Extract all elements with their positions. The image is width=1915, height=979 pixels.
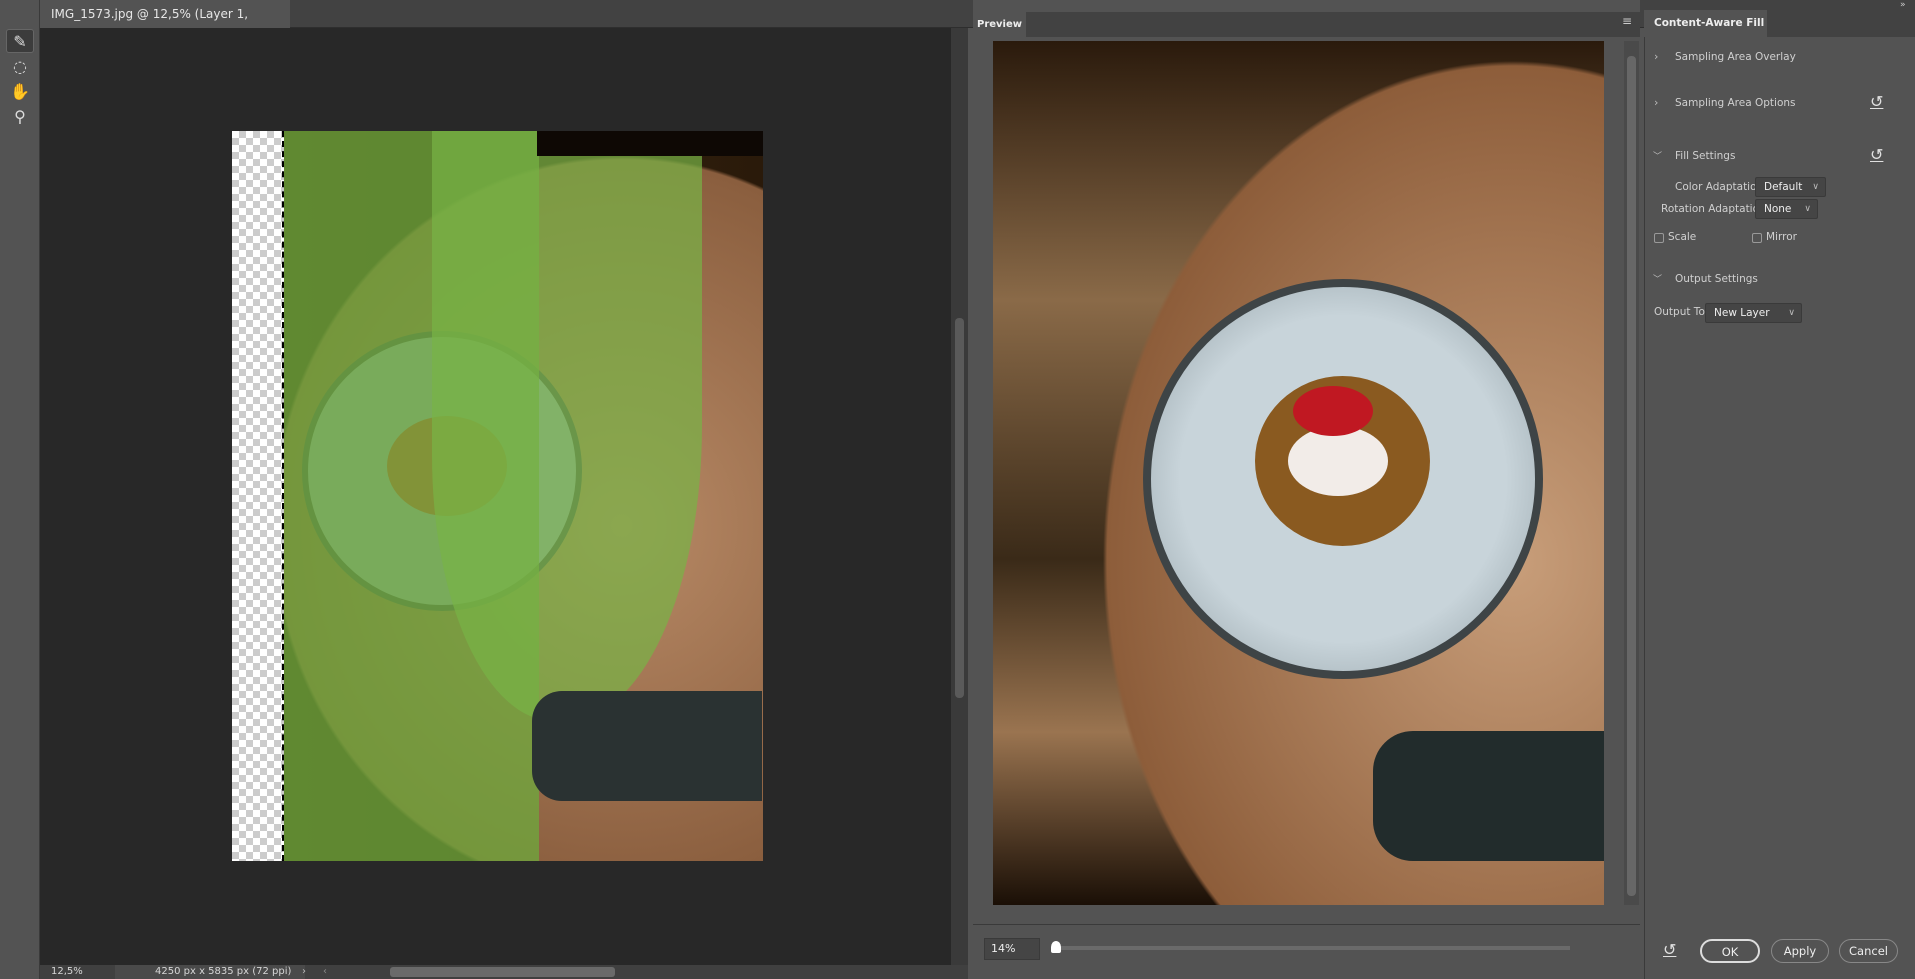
status-menu-chevron-icon[interactable]: ›: [302, 965, 306, 979]
scroll-left-icon[interactable]: ‹: [323, 965, 327, 979]
cream: [1288, 426, 1388, 496]
content-aware-fill-tab[interactable]: Content-Aware Fill: [1644, 10, 1767, 37]
dropdown-value: None: [1764, 203, 1792, 215]
zoom-icon[interactable]: ⚲: [6, 105, 34, 129]
color-adaptation-label: Color Adaptation: [1675, 181, 1764, 193]
reset-icon[interactable]: ↺: [1870, 145, 1883, 164]
preview-tab[interactable]: Preview: [973, 12, 1026, 37]
scale-checkbox[interactable]: [1654, 233, 1664, 243]
brush-icon[interactable]: ✎: [6, 29, 34, 53]
fill-settings-section[interactable]: Fill Settings: [1675, 150, 1735, 162]
slider-handle[interactable]: [1051, 941, 1061, 953]
ok-button[interactable]: OK: [1700, 939, 1760, 963]
hand-icon[interactable]: ✋: [6, 80, 34, 104]
color-adaptation-dropdown[interactable]: Default ∨: [1755, 177, 1826, 197]
sampling-area-overlay-section[interactable]: Sampling Area Overlay: [1675, 51, 1796, 63]
chevron-down-icon: ∨: [1804, 204, 1811, 214]
reset-all-icon[interactable]: ↺: [1663, 940, 1676, 959]
chevron-down-icon[interactable]: ﹀: [1653, 149, 1662, 162]
preview-tabbar: [973, 12, 1640, 37]
mirror-label: Mirror: [1766, 231, 1797, 243]
toolbar: ✎ ◌ ✋ ⚲: [0, 0, 40, 979]
panel-menu-icon[interactable]: ≡: [1622, 14, 1632, 28]
document-tab[interactable]: IMG_1573.jpg @ 12,5% (Layer 1, RGB/8) *×: [40, 0, 290, 49]
document-dimensions: 4250 px x 5835 px (72 ppi): [115, 965, 305, 979]
rotation-adaptation-label: Rotation Adaptation: [1661, 203, 1766, 215]
document-image[interactable]: [232, 131, 763, 861]
output-settings-section[interactable]: Output Settings: [1675, 273, 1758, 285]
mirror-checkbox[interactable]: [1752, 233, 1762, 243]
reset-icon[interactable]: ↺: [1870, 92, 1883, 111]
vertical-scrollbar[interactable]: [951, 28, 968, 965]
dropdown-value: New Layer: [1714, 307, 1770, 319]
collapse-icon[interactable]: »: [1900, 0, 1906, 10]
chevron-down-icon[interactable]: ﹀: [1653, 272, 1662, 285]
cutlery-tray: [532, 691, 762, 801]
cancel-button[interactable]: Cancel: [1839, 939, 1898, 963]
strawberries: [1293, 386, 1373, 436]
rotation-adaptation-dropdown[interactable]: None ∨: [1755, 199, 1818, 219]
horizontal-scrollbar[interactable]: [390, 967, 615, 977]
transparent-region: [232, 131, 284, 861]
scale-label: Scale: [1668, 231, 1697, 243]
apply-button[interactable]: Apply: [1771, 939, 1829, 963]
output-to-dropdown[interactable]: New Layer ∨: [1705, 303, 1802, 323]
status-bar: 12,5% 4250 px x 5835 px (72 ppi) › ‹: [40, 965, 968, 979]
chevron-down-icon: ∨: [1812, 182, 1819, 192]
preview-zoom-slider[interactable]: [1056, 946, 1570, 950]
chevron-right-icon[interactable]: ›: [1654, 96, 1658, 109]
cutlery-tray: [1373, 731, 1604, 861]
output-to-label: Output To: [1654, 306, 1705, 318]
dropdown-value: Default: [1764, 181, 1803, 193]
sampling-area-options-section[interactable]: Sampling Area Options: [1675, 97, 1796, 109]
preview-scrollbar[interactable]: [1624, 41, 1639, 905]
chevron-right-icon[interactable]: ›: [1654, 50, 1658, 63]
lasso-icon[interactable]: ◌: [6, 55, 34, 79]
chevron-down-icon: ∨: [1788, 308, 1795, 318]
preview-image[interactable]: [993, 41, 1604, 905]
zoom-level: 12,5%: [51, 966, 83, 977]
sampling-overlay-region: [432, 131, 702, 721]
preview-zoom-input[interactable]: 14%: [984, 938, 1040, 960]
